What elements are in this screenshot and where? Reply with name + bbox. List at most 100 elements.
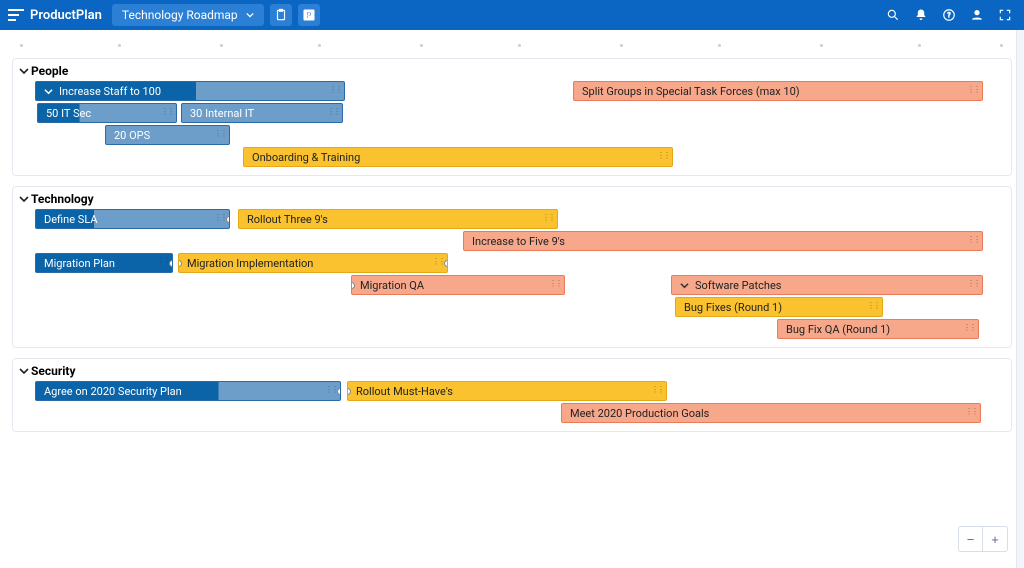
timeline-row: Agree on 2020 Security Plan⋮⋮ Rollout Mus… (13, 381, 1011, 403)
svg-text:P: P (306, 10, 311, 20)
drag-grip-icon[interactable]: ⋮⋮ (967, 235, 979, 244)
scrollbar-track[interactable] (1016, 30, 1024, 568)
task-bar[interactable]: 30 Internal IT ⋮⋮ (181, 103, 343, 123)
drag-grip-icon[interactable]: ⋮⋮ (867, 301, 879, 310)
group-bar[interactable]: Software Patches ⋮⋮ (671, 275, 983, 295)
dependency-in-icon[interactable] (347, 388, 351, 395)
task-bar[interactable]: Meet 2020 Production Goals⋮⋮ (561, 403, 981, 423)
drag-grip-icon[interactable]: ⋮⋮ (325, 385, 337, 394)
account-button[interactable] (966, 4, 988, 26)
clipboard-button[interactable] (270, 4, 292, 26)
lane-header[interactable]: Technology (13, 187, 1011, 209)
task-bar[interactable]: Bug Fixes (Round 1)⋮⋮ (675, 297, 883, 317)
drag-grip-icon[interactable]: ⋮⋮ (329, 85, 341, 94)
drag-grip-icon[interactable]: ⋮⋮ (651, 385, 663, 394)
drag-grip-icon[interactable]: ⋮⋮ (657, 151, 669, 160)
timeline-row: Migration Plan⋮⋮Migration Implementation… (13, 253, 1011, 275)
group-bar[interactable]: Increase Staff to 100⋮⋮ (35, 81, 345, 101)
bar-label: 50 IT Sec (46, 107, 91, 120)
bar-label: Migration QA (360, 279, 424, 292)
drag-grip-icon[interactable]: ⋮⋮ (963, 323, 975, 332)
help-icon: ? (942, 8, 956, 22)
search-button[interactable] (882, 4, 904, 26)
timeline-tick (918, 44, 921, 47)
drag-grip-icon[interactable]: ⋮⋮ (549, 279, 561, 288)
drag-grip-icon[interactable]: ⋮⋮ (214, 129, 226, 138)
expand-icon (998, 8, 1012, 22)
bar-label: 30 Internal IT (190, 107, 254, 120)
timeline-tick (420, 44, 423, 47)
lane-header[interactable]: People (13, 59, 1011, 81)
parking-button[interactable]: P (298, 4, 320, 26)
timeline-row: 20 OPS⋮⋮ (13, 125, 1011, 147)
brand-text: ProductPlan (30, 8, 102, 23)
user-icon (970, 8, 984, 22)
timeline-tick (820, 44, 823, 47)
timeline-tick (1000, 44, 1003, 47)
roadmap-name: Technology Roadmap (122, 8, 238, 22)
zoom-in-button[interactable]: + (983, 527, 1007, 551)
drag-grip-icon[interactable]: ⋮⋮ (327, 107, 339, 116)
zoom-out-button[interactable]: − (959, 527, 983, 551)
drag-grip-icon[interactable]: ⋮⋮ (967, 279, 979, 288)
drag-grip-icon[interactable]: ⋮⋮ (214, 213, 226, 222)
swimlane: People Increase Staff to 100⋮⋮ Split Group… (12, 58, 1012, 176)
caret-down-icon (246, 11, 254, 19)
bar-label: Bug Fix QA (Round 1) (786, 323, 890, 336)
timeline-row: Migration QA ⋮⋮ Software Patches ⋮⋮ (13, 275, 1011, 297)
drag-grip-icon[interactable]: ⋮⋮ (432, 257, 444, 266)
task-bar[interactable]: 20 OPS⋮⋮ (105, 125, 230, 145)
chevron-down-icon (19, 194, 29, 204)
timeline-tick (20, 44, 23, 47)
drag-grip-icon[interactable]: ⋮⋮ (157, 257, 169, 266)
task-bar[interactable]: Migration Implementation⋮⋮ (178, 253, 448, 273)
task-bar[interactable]: Define SLA⋮⋮ (35, 209, 230, 229)
fullscreen-button[interactable] (994, 4, 1016, 26)
roadmap-selector[interactable]: Technology Roadmap (112, 4, 264, 26)
svg-text:?: ? (947, 11, 951, 19)
timeline-ruler (0, 30, 1024, 54)
timeline-tick (518, 44, 521, 47)
task-bar[interactable]: Rollout Must-Have's ⋮⋮ (347, 381, 667, 401)
timeline-row: Bug Fixes (Round 1)⋮⋮ (13, 297, 1011, 319)
drag-grip-icon[interactable]: ⋮⋮ (965, 407, 977, 416)
task-bar[interactable]: Migration QA ⋮⋮ (351, 275, 565, 295)
bar-label: Migration Plan (44, 257, 115, 270)
bar-label: Software Patches (695, 279, 781, 292)
task-bar[interactable]: 50 IT Sec ⋮⋮ (37, 103, 177, 123)
task-bar[interactable]: Increase to Five 9's⋮⋮ (463, 231, 983, 251)
task-bar[interactable]: Agree on 2020 Security Plan⋮⋮ (35, 381, 341, 401)
swimlane: SecurityAgree on 2020 Security Plan⋮⋮ Rol… (12, 358, 1012, 432)
task-bar[interactable]: Onboarding & Training⋮⋮ (243, 147, 673, 167)
chevron-down-icon (19, 366, 29, 376)
bar-label: Rollout Must-Have's (356, 385, 453, 398)
notifications-button[interactable] (910, 4, 932, 26)
bell-icon (914, 8, 928, 22)
task-bar[interactable]: Split Groups in Special Task Forces (max… (573, 81, 983, 101)
timeline-row: Increase to Five 9's⋮⋮ (13, 231, 1011, 253)
help-button[interactable]: ? (938, 4, 960, 26)
brand: ProductPlan (8, 8, 102, 23)
drag-grip-icon[interactable]: ⋮⋮ (161, 107, 173, 116)
dependency-out-icon[interactable] (337, 388, 341, 395)
task-bar[interactable]: Bug Fix QA (Round 1) ⋮⋮ (777, 319, 979, 339)
timeline-tick (318, 44, 321, 47)
timeline-row: 50 IT Sec ⋮⋮ 30 Internal IT ⋮⋮ (13, 103, 1011, 125)
lane-header[interactable]: Security (13, 359, 1011, 381)
drag-grip-icon[interactable]: ⋮⋮ (967, 85, 979, 94)
lane-title: People (31, 64, 68, 78)
dependency-in-icon[interactable] (351, 282, 355, 289)
drag-grip-icon[interactable]: ⋮⋮ (542, 213, 554, 222)
timeline-tick (620, 44, 623, 47)
task-bar[interactable]: Migration Plan ⋮⋮ (35, 253, 173, 273)
timeline-row: Onboarding & Training⋮⋮ (13, 147, 1011, 169)
dependency-out-icon[interactable] (444, 260, 448, 267)
dependency-in-icon[interactable] (178, 260, 182, 267)
bar-label: Rollout Three 9's (247, 213, 328, 226)
clipboard-icon (274, 8, 288, 22)
dependency-out-icon[interactable] (169, 260, 173, 267)
dependency-out-icon[interactable] (226, 216, 230, 223)
task-bar[interactable]: Rollout Three 9's ⋮⋮ (238, 209, 558, 229)
parking-icon: P (302, 8, 316, 22)
roadmap-canvas[interactable]: People Increase Staff to 100⋮⋮ Split Group… (0, 30, 1024, 568)
